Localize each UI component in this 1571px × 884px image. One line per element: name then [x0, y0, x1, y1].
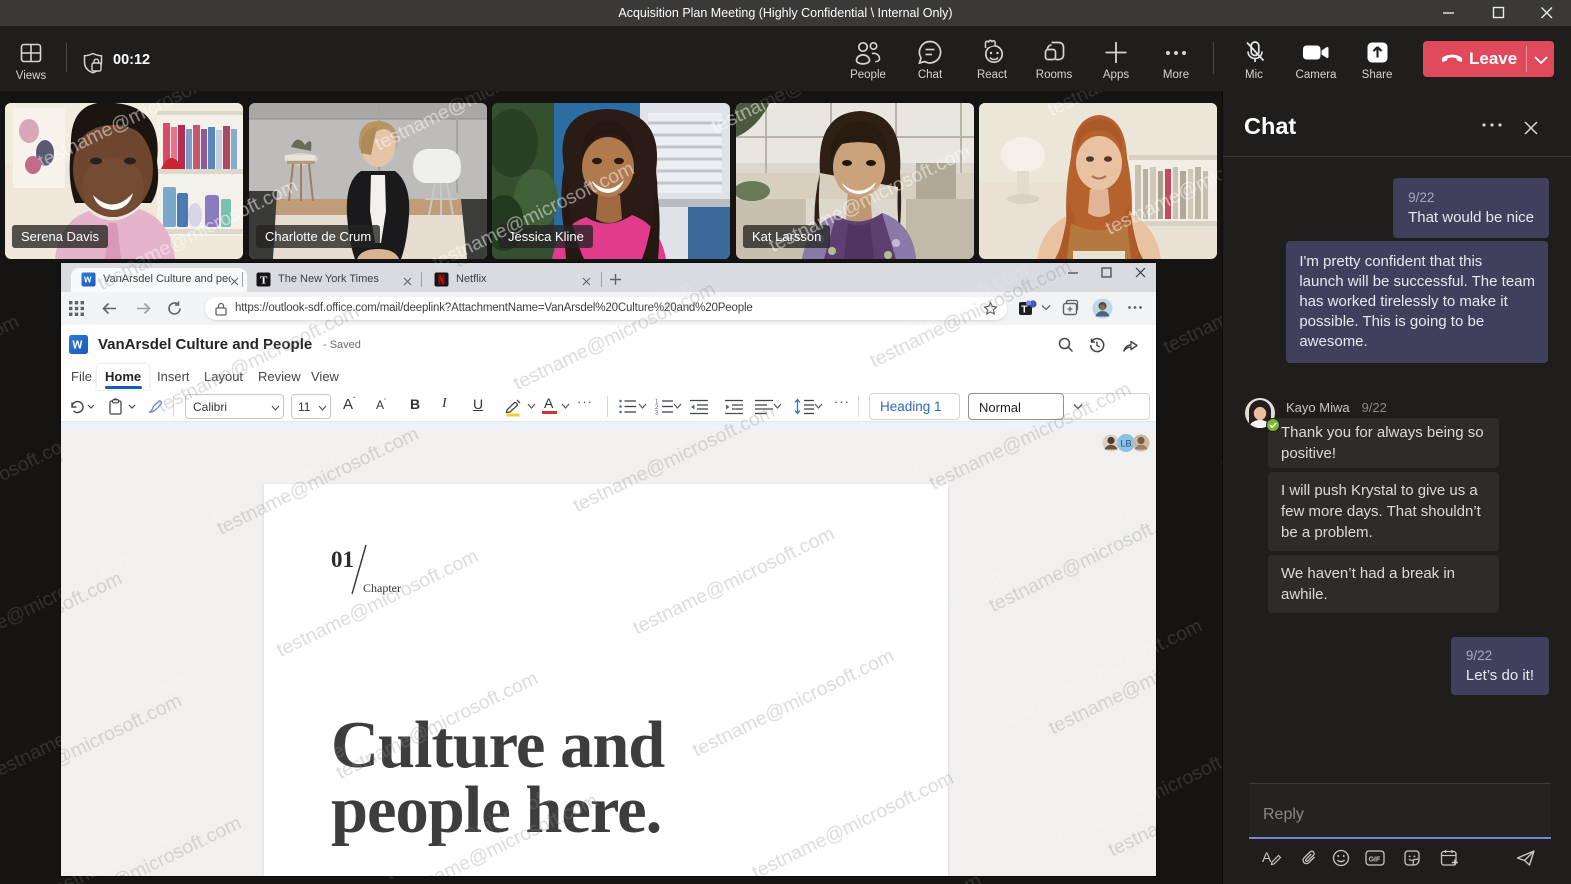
svg-text:3: 3 [655, 411, 659, 416]
svg-text:T: T [260, 275, 268, 287]
svg-text:T: T [1021, 305, 1027, 316]
svg-text:LB: LB [1121, 439, 1132, 449]
svg-text:A: A [1262, 849, 1272, 865]
svg-text:GIF: GIF [1369, 857, 1381, 864]
